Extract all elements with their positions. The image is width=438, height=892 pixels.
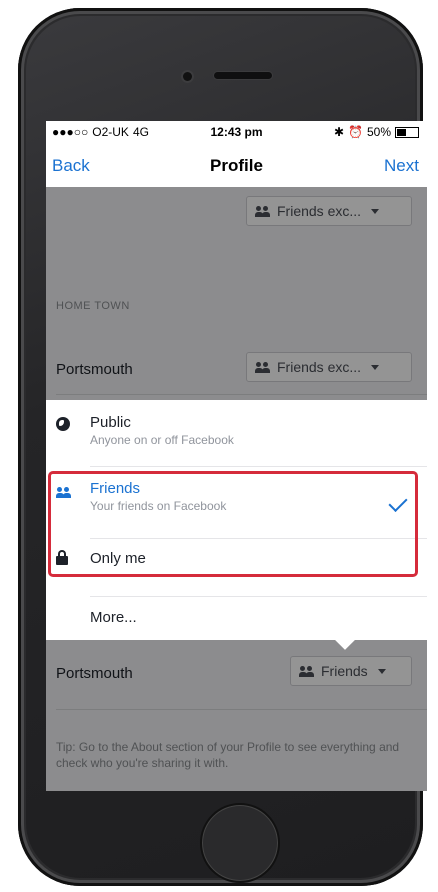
page-title: Profile — [210, 156, 263, 175]
screen: ●●●○○ O2-UK 4G 12:43 pm ✱ ⏰ 50% Back Pro… — [46, 121, 427, 791]
bluetooth-icon: ✱ — [333, 125, 345, 139]
home-button[interactable] — [200, 803, 280, 883]
navigation-bar: Back Profile Next — [46, 143, 427, 187]
alarm-icon: ⏰ — [348, 125, 363, 139]
globe-icon — [56, 417, 70, 431]
camera-icon — [183, 72, 192, 81]
menu-option-more[interactable]: More... — [46, 596, 427, 640]
highlight-box — [48, 471, 418, 577]
next-button[interactable]: Next — [384, 156, 419, 176]
option-subtitle: Anyone on or off Facebook — [90, 433, 234, 447]
option-title: More... — [90, 609, 137, 626]
battery-icon — [395, 126, 419, 138]
menu-option-public[interactable]: Public Anyone on or off Facebook — [46, 400, 427, 466]
option-title: Public — [90, 414, 131, 431]
status-bar: ●●●○○ O2-UK 4G 12:43 pm ✱ ⏰ 50% — [46, 121, 427, 143]
speaker-grille — [214, 72, 272, 79]
battery-percent: 50% — [366, 125, 391, 139]
battery-fill — [397, 128, 406, 136]
